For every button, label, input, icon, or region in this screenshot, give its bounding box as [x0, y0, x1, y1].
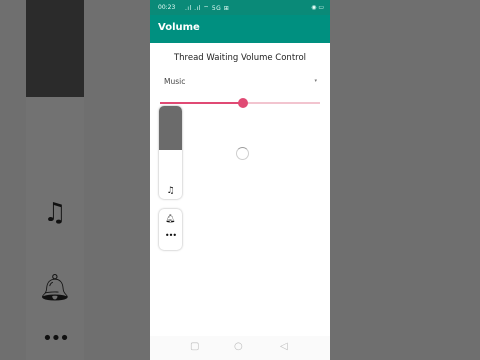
phone-screen: 00:23 .ıl .ıl ⌔ 5G ⊞ ◉ ▭ Volume Thread W…: [150, 0, 330, 360]
background-panel: [26, 97, 84, 360]
background-music-icon: ♫: [43, 198, 67, 228]
status-time: 00:23: [158, 4, 176, 11]
bell-icon[interactable]: 🔔︎: [159, 214, 182, 223]
navigation-bar: ▢ ○ ◁: [150, 336, 330, 360]
background-bell-icon: 🔔︎: [38, 273, 72, 303]
more-icon[interactable]: •••: [159, 231, 182, 240]
stream-spinner-value: Music: [164, 77, 186, 86]
home-icon[interactable]: ○: [234, 341, 243, 352]
music-note-icon: ♫: [166, 186, 175, 196]
system-volume-level: [159, 106, 182, 150]
status-bar: 00:23 .ıl .ıl ⌔ 5G ⊞ ◉ ▭: [150, 0, 330, 15]
ring-mode-panel: 🔔︎ •••: [159, 209, 182, 250]
app-title: Volume: [158, 22, 200, 33]
app-bar: Volume: [150, 15, 330, 43]
back-icon[interactable]: ◁: [280, 341, 288, 352]
battery-icon: ◉ ▭: [311, 4, 324, 11]
volume-seekbar-thumb[interactable]: [238, 98, 248, 108]
stream-spinner[interactable]: Music ▾: [160, 75, 320, 89]
chevron-down-icon: ▾: [314, 78, 317, 84]
status-signal-icons: .ıl .ıl ⌔ 5G ⊞: [185, 5, 230, 12]
control-title: Thread Waiting Volume Control: [173, 53, 307, 63]
background-more-icon: •••: [42, 328, 70, 349]
volume-seekbar-fill: [160, 102, 243, 104]
system-volume-slider[interactable]: ♫: [159, 106, 182, 199]
recents-icon[interactable]: ▢: [190, 341, 199, 352]
loading-spinner-icon: [236, 147, 249, 160]
background-panel-dark: [26, 0, 84, 97]
